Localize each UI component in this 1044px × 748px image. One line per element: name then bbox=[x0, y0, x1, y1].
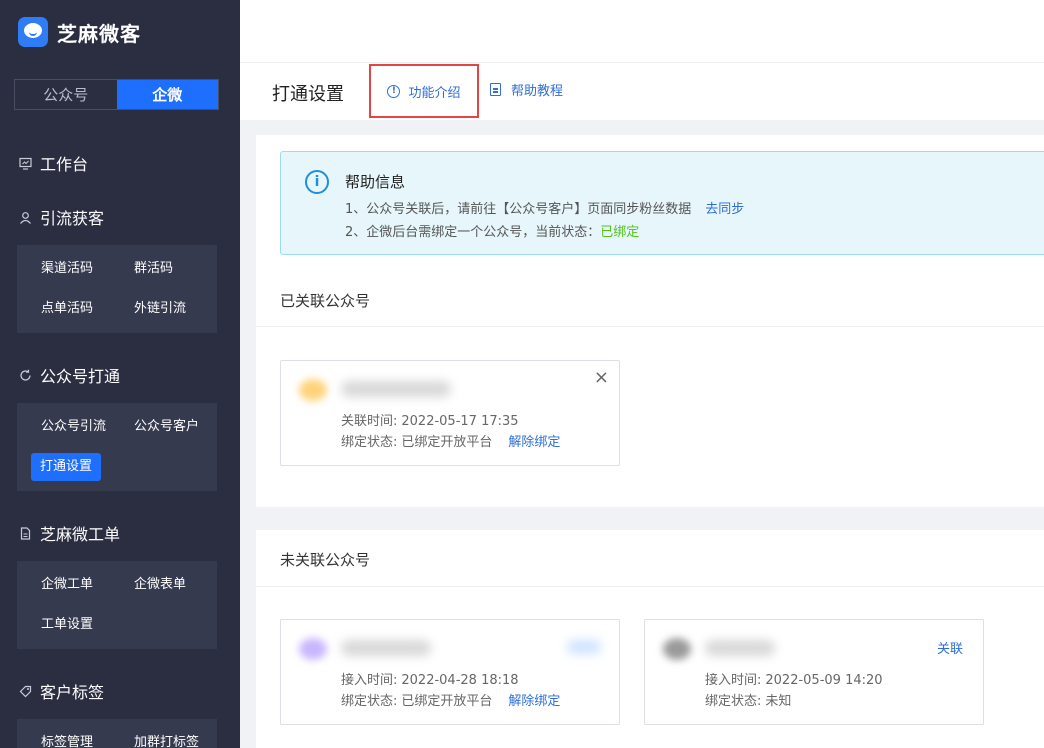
help-line-1-text: 1、公众号关联后，请前往【公众号客户】页面同步粉丝数据 bbox=[345, 202, 692, 217]
unlinked-account-card: 接入时间: 2022-04-28 18:18 绑定状态: 已绑定开放平台 解除绑定 bbox=[280, 619, 620, 725]
nav-mp-label: 公众号打通 bbox=[40, 367, 121, 386]
time-value: 2022-05-09 14:20 bbox=[765, 673, 883, 688]
nav-lead[interactable]: 引流获客 bbox=[0, 206, 240, 228]
nav-tag-manage[interactable]: 标签管理 bbox=[32, 729, 102, 748]
account-name-blurred bbox=[341, 640, 431, 656]
monitor-icon bbox=[18, 156, 32, 170]
switch-wecom[interactable]: 企微 bbox=[116, 80, 218, 109]
nav-ticket-submenu: 企微工单 企微表单 工单设置 bbox=[17, 561, 217, 649]
linked-panel: i 帮助信息 1、公众号关联后，请前往【公众号客户】页面同步粉丝数据 去同步 2、… bbox=[256, 135, 1044, 507]
sync-icon bbox=[18, 368, 32, 382]
account-name-blurred bbox=[341, 381, 451, 397]
sidebar: 芝麻微客 公众号 企微 工作台 引流获客 渠道活码 群活码 点单活码 外链引流 bbox=[0, 0, 240, 748]
nav-mp-group: 公众号打通 bbox=[0, 364, 240, 386]
nav-link-settings[interactable]: 打通设置 bbox=[31, 453, 102, 481]
associate-link[interactable]: 关联 bbox=[937, 638, 963, 657]
nav-mp-submenu: 公众号引流 公众号客户 打通设置 bbox=[17, 403, 217, 491]
time-label: 接入时间: bbox=[341, 673, 398, 688]
unlinked-panel: 未关联公众号 接入时间: 2022-04-28 18:18 绑定状态: 已绑定开放平… bbox=[256, 530, 1044, 748]
info-circle-icon: i bbox=[305, 170, 329, 194]
nav-wecom-ticket[interactable]: 企微工单 bbox=[32, 571, 102, 599]
status-value: 未知 bbox=[765, 694, 792, 709]
brand-name: 芝麻微客 bbox=[57, 21, 141, 46]
status-label: 绑定状态: bbox=[341, 694, 398, 709]
nav-mp[interactable]: 公众号打通 bbox=[0, 364, 240, 386]
status-label: 绑定状态: bbox=[705, 694, 762, 709]
nav-ticket[interactable]: 芝麻微工单 bbox=[0, 522, 240, 544]
help-line-1: 1、公众号关联后，请前往【公众号客户】页面同步粉丝数据 去同步 bbox=[345, 198, 744, 217]
unlinked-account-card: 关联 接入时间: 2022-05-09 14:20 绑定状态: 未知 bbox=[644, 619, 984, 725]
account-type-switch: 公众号 企微 bbox=[14, 79, 219, 110]
nav-mp-customers[interactable]: 公众号客户 bbox=[125, 413, 208, 441]
unbind-link[interactable]: 解除绑定 bbox=[508, 694, 560, 709]
help-info-title: 帮助信息 bbox=[345, 173, 406, 191]
nav-tags-group: 客户标签 bbox=[0, 680, 240, 702]
info-icon: ! bbox=[387, 84, 401, 98]
switch-official-account[interactable]: 公众号 bbox=[15, 80, 117, 109]
time-value: 2022-04-28 18:18 bbox=[401, 673, 519, 688]
nav-tags-submenu: 标签管理 加群打标签 bbox=[17, 719, 217, 748]
bind-status-badge: 已绑定 bbox=[600, 225, 640, 240]
nav-channel-code[interactable]: 渠道活码 bbox=[32, 255, 102, 283]
nav-ticket-settings[interactable]: 工单设置 bbox=[32, 611, 102, 639]
brand: 芝麻微客 bbox=[18, 16, 141, 48]
time-value: 2022-05-17 17:35 bbox=[401, 414, 519, 429]
linked-account-card: × 关联时间: 2022-05-17 17:35 绑定状态: 已绑定开放平台 解除绑定 bbox=[280, 360, 620, 466]
avatar bbox=[299, 638, 327, 660]
top-bar bbox=[240, 0, 1044, 63]
help-tutorial-link[interactable]: 帮助教程 bbox=[490, 80, 563, 99]
page-header: 打通设置 ! 功能介绍 帮助教程 bbox=[240, 63, 1044, 120]
chat-bubble-logo-icon bbox=[18, 17, 48, 47]
nav-group-code[interactable]: 群活码 bbox=[125, 255, 182, 283]
unbind-link[interactable]: 解除绑定 bbox=[508, 435, 560, 450]
nav-workbench-label: 工作台 bbox=[40, 155, 89, 174]
nav-workbench-group: 工作台 bbox=[0, 152, 240, 174]
nav-external-link[interactable]: 外链引流 bbox=[125, 295, 195, 323]
tag-icon bbox=[18, 684, 32, 698]
unlinked-section-title: 未关联公众号 bbox=[280, 551, 371, 569]
bind-status-row: 绑定状态: 已绑定开放平台 解除绑定 bbox=[341, 431, 560, 450]
nav-workbench[interactable]: 工作台 bbox=[0, 152, 240, 174]
status-value: 已绑定开放平台 bbox=[401, 435, 493, 450]
access-time-row: 接入时间: 2022-05-09 14:20 bbox=[705, 669, 883, 688]
document-icon bbox=[490, 83, 501, 96]
status-value: 已绑定开放平台 bbox=[401, 694, 493, 709]
time-label: 接入时间: bbox=[705, 673, 762, 688]
linked-section-title: 已关联公众号 bbox=[280, 292, 371, 310]
avatar bbox=[663, 638, 691, 660]
go-sync-link[interactable]: 去同步 bbox=[705, 202, 744, 217]
nav-ticket-label: 芝麻微工单 bbox=[40, 525, 121, 544]
page-title: 打通设置 bbox=[272, 84, 344, 105]
divider bbox=[256, 326, 1044, 327]
nav-tags[interactable]: 客户标签 bbox=[0, 680, 240, 702]
help-tutorial-label: 帮助教程 bbox=[511, 84, 564, 99]
access-time-row: 接入时间: 2022-04-28 18:18 bbox=[341, 669, 519, 688]
feature-intro-label: 功能介绍 bbox=[408, 85, 461, 101]
nav-ticket-group: 芝麻微工单 bbox=[0, 522, 240, 544]
nav-lead-group: 引流获客 bbox=[0, 206, 240, 228]
help-line-2-text: 2、企微后台需绑定一个公众号，当前状态： bbox=[345, 225, 601, 240]
nav-lead-submenu: 渠道活码 群活码 点单活码 外链引流 bbox=[17, 245, 217, 333]
time-label: 关联时间: bbox=[341, 414, 398, 429]
nav-group-tagging[interactable]: 加群打标签 bbox=[125, 729, 208, 748]
linked-time-row: 关联时间: 2022-05-17 17:35 bbox=[341, 410, 519, 429]
bind-status-row: 绑定状态: 未知 bbox=[705, 690, 791, 709]
help-line-2: 2、企微后台需绑定一个公众号，当前状态：已绑定 bbox=[345, 221, 639, 240]
account-name-blurred bbox=[705, 640, 775, 656]
avatar bbox=[299, 379, 327, 401]
status-label: 绑定状态: bbox=[341, 435, 398, 450]
nav-tags-label: 客户标签 bbox=[40, 683, 105, 702]
document-icon bbox=[18, 526, 32, 540]
user-icon bbox=[18, 210, 32, 224]
bind-status-row: 绑定状态: 已绑定开放平台 解除绑定 bbox=[341, 690, 560, 709]
feature-intro-link[interactable]: ! 功能介绍 bbox=[369, 64, 479, 118]
account-tag-blurred bbox=[567, 640, 601, 654]
close-icon[interactable]: × bbox=[594, 367, 609, 388]
divider bbox=[256, 586, 1044, 587]
nav-wecom-form[interactable]: 企微表单 bbox=[125, 571, 195, 599]
help-info-box: i 帮助信息 1、公众号关联后，请前往【公众号客户】页面同步粉丝数据 去同步 2、… bbox=[280, 151, 1044, 255]
nav-order-code[interactable]: 点单活码 bbox=[32, 295, 102, 323]
nav-mp-traffic[interactable]: 公众号引流 bbox=[32, 413, 115, 441]
nav-lead-label: 引流获客 bbox=[40, 209, 105, 228]
